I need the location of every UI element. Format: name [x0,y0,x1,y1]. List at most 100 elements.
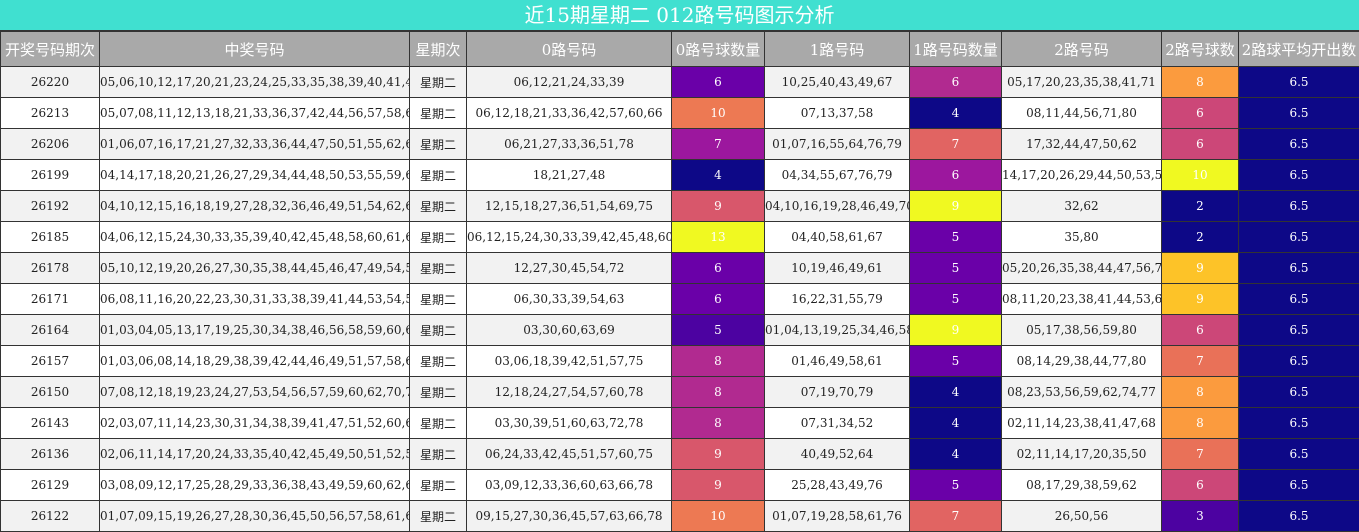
winning-numbers-cell: 01,07,09,15,19,26,27,28,30,36,45,50,56,5… [100,501,410,532]
header-route2: 2路号码 [1002,32,1162,67]
weekday-cell: 星期二 [410,501,467,532]
winning-numbers-cell: 02,03,07,11,14,23,30,31,34,38,39,41,47,5… [100,408,410,439]
weekday-cell: 星期二 [410,408,467,439]
weekday-cell: 星期二 [410,98,467,129]
route2-count-cell: 10 [1162,160,1239,191]
winning-numbers-cell: 06,08,11,16,20,22,23,30,31,33,38,39,41,4… [100,284,410,315]
route2-average-cell: 6.5 [1239,377,1359,408]
winning-numbers-cell: 01,06,07,16,17,21,27,32,33,36,44,47,50,5… [100,129,410,160]
issue-cell: 26136 [1,439,100,470]
issue-cell: 26185 [1,222,100,253]
header-weekday: 星期次 [410,32,467,67]
route1-count-cell: 9 [910,315,1002,346]
route2-numbers-cell: 05,17,20,23,35,38,41,71 [1002,67,1162,98]
route1-count-cell: 9 [910,191,1002,222]
route1-count-cell: 7 [910,501,1002,532]
route2-average-cell: 6.5 [1239,501,1359,532]
weekday-cell: 星期二 [410,253,467,284]
route0-numbers-cell: 12,27,30,45,54,72 [467,253,672,284]
weekday-cell: 星期二 [410,470,467,501]
table-row: 2619204,10,12,15,16,18,19,27,28,32,36,46… [1,191,1359,222]
route2-numbers-cell: 32,62 [1002,191,1162,222]
route2-count-cell: 8 [1162,67,1239,98]
route1-count-cell: 6 [910,67,1002,98]
winning-numbers-cell: 04,10,12,15,16,18,19,27,28,32,36,46,49,5… [100,191,410,222]
route2-count-cell: 6 [1162,470,1239,501]
route1-numbers-cell: 10,25,40,43,49,67 [765,67,910,98]
route2-numbers-cell: 05,17,38,56,59,80 [1002,315,1162,346]
route2-numbers-cell: 17,32,44,47,50,62 [1002,129,1162,160]
route1-count-cell: 5 [910,346,1002,377]
issue-cell: 26206 [1,129,100,160]
route2-count-cell: 8 [1162,408,1239,439]
issue-cell: 26122 [1,501,100,532]
route1-numbers-cell: 07,31,34,52 [765,408,910,439]
route0-count-cell: 5 [672,315,765,346]
weekday-cell: 星期二 [410,346,467,377]
route2-numbers-cell: 14,17,20,26,29,44,50,53,59,62 [1002,160,1162,191]
table-row: 2616401,03,04,05,13,17,19,25,30,34,38,46… [1,315,1359,346]
route1-count-cell: 5 [910,470,1002,501]
route0-count-cell: 10 [672,98,765,129]
route0-numbers-cell: 18,21,27,48 [467,160,672,191]
weekday-cell: 星期二 [410,222,467,253]
page: 近15期星期二 012路号码图示分析 开奖号码期次 中奖号码 星期次 0路号码 … [0,0,1359,530]
route1-count-cell: 6 [910,160,1002,191]
table-row: 2621305,07,08,11,12,13,18,21,33,36,37,42… [1,98,1359,129]
table-row: 2612201,07,09,15,19,26,27,28,30,36,45,50… [1,501,1359,532]
route0-count-cell: 9 [672,439,765,470]
route2-average-cell: 6.5 [1239,222,1359,253]
table-row: 2612903,08,09,12,17,25,28,29,33,36,38,43… [1,470,1359,501]
route1-numbers-cell: 40,49,52,64 [765,439,910,470]
route2-numbers-cell: 08,23,53,56,59,62,74,77 [1002,377,1162,408]
route0-numbers-cell: 06,12,18,21,33,36,42,57,60,66 [467,98,672,129]
winning-numbers-cell: 05,10,12,19,20,26,27,30,35,38,44,45,46,4… [100,253,410,284]
header-row: 开奖号码期次 中奖号码 星期次 0路号码 0路号球数量 1路号码 1路号码数量 … [1,32,1359,67]
weekday-cell: 星期二 [410,315,467,346]
table-row: 2614302,03,07,11,14,23,30,31,34,38,39,41… [1,408,1359,439]
weekday-cell: 星期二 [410,160,467,191]
winning-numbers-cell: 04,14,17,18,20,21,26,27,29,34,44,48,50,5… [100,160,410,191]
route0-numbers-cell: 12,15,18,27,36,51,54,69,75 [467,191,672,222]
route1-numbers-cell: 10,19,46,49,61 [765,253,910,284]
route2-average-cell: 6.5 [1239,129,1359,160]
route1-numbers-cell: 07,19,70,79 [765,377,910,408]
route1-count-cell: 4 [910,377,1002,408]
issue-cell: 26192 [1,191,100,222]
weekday-cell: 星期二 [410,67,467,98]
header-route2-avg: 2路球平均开出数 [1239,32,1359,67]
header-numbers: 中奖号码 [100,32,410,67]
route1-count-cell: 5 [910,284,1002,315]
route1-numbers-cell: 04,10,16,19,28,46,49,70,73 [765,191,910,222]
issue-cell: 26157 [1,346,100,377]
issue-cell: 26150 [1,377,100,408]
route0-numbers-cell: 06,24,33,42,45,51,57,60,75 [467,439,672,470]
route1-count-cell: 4 [910,439,1002,470]
route2-numbers-cell: 02,11,14,17,20,35,50 [1002,439,1162,470]
route1-count-cell: 4 [910,98,1002,129]
issue-cell: 26213 [1,98,100,129]
table-row: 2613602,06,11,14,17,20,24,33,35,40,42,45… [1,439,1359,470]
route2-numbers-cell: 08,14,29,38,44,77,80 [1002,346,1162,377]
route1-numbers-cell: 16,22,31,55,79 [765,284,910,315]
route2-numbers-cell: 05,20,26,35,38,44,47,56,77 [1002,253,1162,284]
route1-numbers-cell: 25,28,43,49,76 [765,470,910,501]
route2-average-cell: 6.5 [1239,284,1359,315]
route2-numbers-cell: 08,11,20,23,38,41,44,53,62 [1002,284,1162,315]
route1-count-cell: 5 [910,222,1002,253]
header-route0-count: 0路号球数量 [672,32,765,67]
route0-count-cell: 8 [672,408,765,439]
route2-average-cell: 6.5 [1239,346,1359,377]
analysis-table: 开奖号码期次 中奖号码 星期次 0路号码 0路号球数量 1路号码 1路号码数量 … [0,31,1359,532]
weekday-cell: 星期二 [410,129,467,160]
table-row: 2615701,03,06,08,14,18,29,38,39,42,44,46… [1,346,1359,377]
winning-numbers-cell: 07,08,12,18,19,23,24,27,53,54,56,57,59,6… [100,377,410,408]
header-route0: 0路号码 [467,32,672,67]
weekday-cell: 星期二 [410,284,467,315]
route1-numbers-cell: 07,13,37,58 [765,98,910,129]
route1-numbers-cell: 01,07,16,55,64,76,79 [765,129,910,160]
weekday-cell: 星期二 [410,439,467,470]
table-row: 2615007,08,12,18,19,23,24,27,53,54,56,57… [1,377,1359,408]
route0-count-cell: 7 [672,129,765,160]
issue-cell: 26143 [1,408,100,439]
